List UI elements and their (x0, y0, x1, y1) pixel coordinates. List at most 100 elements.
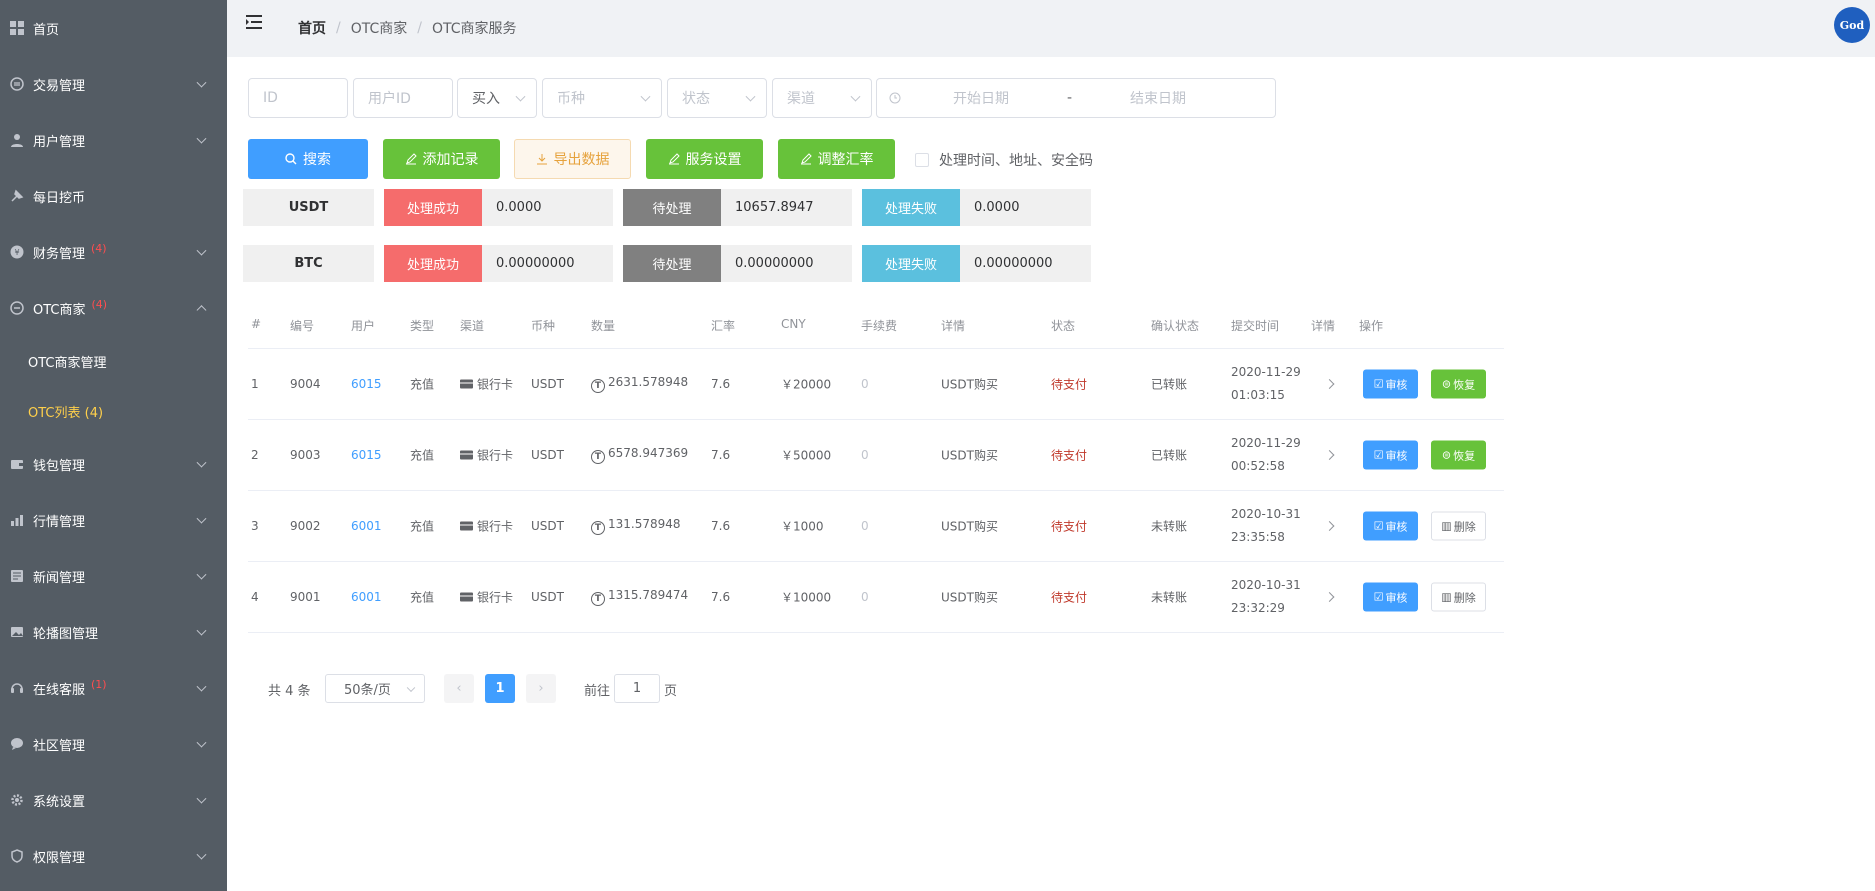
checkbox-box[interactable] (915, 153, 929, 167)
next-page-button[interactable]: › (526, 674, 556, 703)
sidebar-item-community[interactable]: 社区管理 (0, 716, 227, 772)
chevron-right-icon[interactable] (1324, 521, 1335, 531)
sidebar-subitem-otc-merchant[interactable]: OTC商家管理 (0, 336, 227, 386)
cell-index: 1 (251, 377, 259, 391)
chevron-down-icon (196, 133, 207, 144)
trash-icon: ▥ (1441, 590, 1452, 604)
chevron-right-icon[interactable] (1324, 592, 1335, 602)
restore-button[interactable]: ⊜ 恢复 (1431, 440, 1486, 470)
sidebar-item-news[interactable]: 新闻管理 (0, 548, 227, 604)
currency-select-placeholder: 币种 (557, 91, 585, 107)
cell-coin: USDT (531, 519, 564, 533)
sidebar-item-settings[interactable]: 系统设置 (0, 772, 227, 828)
chevron-right-icon[interactable] (1324, 379, 1335, 389)
page-size-select[interactable]: 50条/页 (325, 674, 425, 703)
stat-coin-label: USDT (243, 189, 374, 226)
review-button[interactable]: ☑ 审核 (1363, 440, 1418, 470)
user-id-input[interactable]: 用户ID (353, 78, 453, 118)
cell-user-link[interactable]: 6001 (351, 590, 382, 604)
bank-card-icon (460, 521, 473, 531)
cell-user-link[interactable]: 6015 (351, 377, 382, 391)
sidebar-item-users[interactable]: 用户管理 (0, 112, 227, 168)
currency-select[interactable]: 币种 (542, 78, 662, 118)
sidebar-item-trade[interactable]: 交易管理 (0, 56, 227, 112)
status-select-placeholder: 状态 (682, 91, 710, 107)
avatar[interactable]: God (1834, 7, 1870, 43)
column-header: CNY (781, 317, 806, 331)
direction-select[interactable]: 买入 (457, 78, 537, 118)
cell-cny: ￥20000 (781, 377, 832, 392)
menu-toggle-icon[interactable] (245, 14, 263, 30)
grid-icon (9, 20, 25, 36)
adjust-rate-button[interactable]: 调整汇率 (778, 139, 895, 179)
edit-icon (800, 153, 812, 165)
chevron-right-icon[interactable] (1324, 450, 1335, 460)
chevron-down-icon (406, 683, 416, 692)
add-record-button[interactable]: 添加记录 (383, 139, 500, 179)
column-header: 渠道 (460, 319, 485, 333)
restore-button[interactable]: ⊜ 恢复 (1431, 369, 1486, 399)
prev-page-button[interactable]: ‹ (444, 674, 474, 703)
column-header: 数量 (591, 319, 616, 333)
edit-icon (405, 153, 417, 165)
cell-confirm: 未转账 (1151, 590, 1188, 605)
trash-icon: ▥ (1441, 519, 1452, 533)
stat-pending-tag: 待处理 (623, 245, 721, 282)
review-button[interactable]: ☑ 审核 (1363, 511, 1418, 541)
sidebar-item-support[interactable]: 在线客服 (1) (0, 660, 227, 716)
chevron-down-icon (515, 91, 526, 102)
cell-channel: 银行卡 (460, 518, 513, 535)
sidebar-item-otc[interactable]: OTC商家 (4) (0, 280, 227, 336)
direction-select-value: 买入 (472, 91, 500, 107)
cell-fee: 0 (861, 519, 869, 533)
channel-select[interactable]: 渠道 (772, 78, 872, 118)
export-button[interactable]: 导出数据 (514, 139, 631, 179)
column-header: 汇率 (711, 319, 736, 333)
delete-button[interactable]: ▥ 删除 (1431, 511, 1486, 541)
svg-text:¥: ¥ (14, 248, 19, 257)
date-range-picker[interactable]: 开始日期 - 结束日期 (876, 78, 1276, 118)
delete-button[interactable]: ▥ 删除 (1431, 582, 1486, 612)
sidebar-item-mining[interactable]: 每日挖币 (0, 168, 227, 224)
column-header: 用户 (351, 319, 376, 333)
status-select[interactable]: 状态 (667, 78, 767, 118)
sidebar-item-carousel[interactable]: 轮播图管理 (0, 604, 227, 660)
chevron-down-icon (196, 681, 207, 692)
search-button[interactable]: 搜索 (248, 139, 368, 179)
end-date-input[interactable]: 结束日期 (1130, 88, 1186, 108)
column-header: 类型 (410, 319, 435, 333)
sidebar-item-finance[interactable]: ¥ 财务管理 (4) (0, 224, 227, 280)
checkbox-label: 处理时间、地址、安全码 (939, 153, 1093, 169)
column-header: 手续费 (861, 319, 898, 333)
review-button[interactable]: ☑ 审核 (1363, 369, 1418, 399)
breadcrumb-home[interactable]: 首页 (298, 18, 326, 38)
cell-confirm: 已转账 (1151, 448, 1188, 463)
sidebar-subitem-otc-list[interactable]: OTC列表 (4) (0, 386, 227, 436)
sidebar-item-home[interactable]: 首页 (0, 0, 227, 56)
cell-rate: 7.6 (711, 590, 731, 604)
table-row: 1 9004 6015 充值 银行卡 USDT T 2631.578948 7.6… (248, 348, 1504, 419)
cell-number: 9001 (290, 590, 321, 604)
service-settings-button[interactable]: 服务设置 (646, 139, 763, 179)
page-number-current[interactable]: 1 (485, 674, 515, 703)
download-icon (536, 153, 548, 165)
adjust-rate-label: 调整汇率 (817, 152, 874, 168)
cell-user-link[interactable]: 6001 (351, 519, 382, 533)
sidebar-item-permissions[interactable]: 权限管理 (0, 828, 227, 884)
chevron-down-icon (196, 737, 207, 748)
goto-page-input[interactable]: 1 (614, 674, 660, 703)
id-input[interactable]: ID (248, 78, 348, 118)
news-icon (9, 568, 25, 584)
extra-fields-checkbox[interactable]: 处理时间、地址、安全码 (915, 150, 1093, 170)
sidebar-item-label: 财务管理 (4) (33, 241, 107, 262)
exchange-icon (9, 76, 25, 92)
sidebar-item-label: 首页 (33, 22, 60, 38)
start-date-input[interactable]: 开始日期 (953, 88, 1009, 108)
review-button[interactable]: ☑ 审核 (1363, 582, 1418, 612)
headset-icon (9, 680, 25, 696)
edit-icon: ☑ (1373, 519, 1384, 533)
sidebar-item-wallet[interactable]: 钱包管理 (0, 436, 227, 492)
sidebar-item-label: 权限管理 (33, 850, 86, 866)
sidebar-item-market[interactable]: 行情管理 (0, 492, 227, 548)
cell-user-link[interactable]: 6015 (351, 448, 382, 462)
